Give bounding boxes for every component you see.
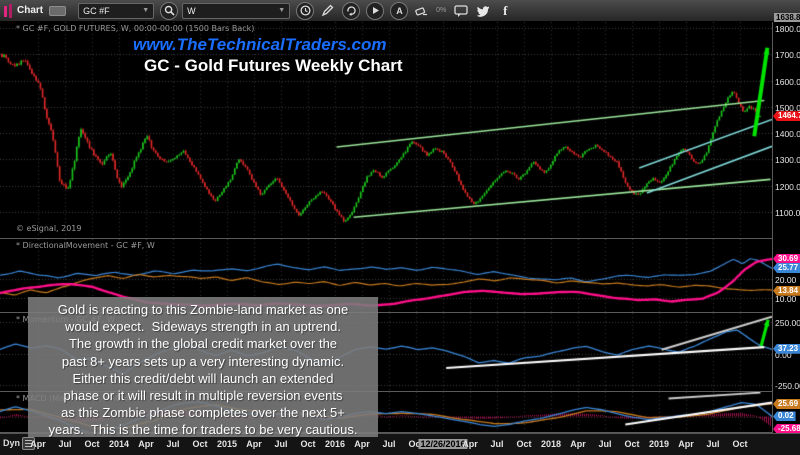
- time-axis-label: Jul: [382, 439, 395, 449]
- time-axis-label: Apr: [462, 439, 478, 449]
- app-logo-icon: [4, 4, 13, 18]
- interval-value: W: [187, 6, 196, 16]
- clock-icon: [300, 5, 311, 16]
- trading-app-window: Chart GC #F▼ W▼ A 0%: [0, 0, 800, 455]
- time-axis-label: Jul: [274, 439, 287, 449]
- axis-tick-label: 1800.0: [775, 24, 800, 34]
- axis-cursor-badge: 1638.8: [774, 13, 800, 22]
- time-axis-label: Apr: [246, 439, 262, 449]
- time-axis-label: Jul: [598, 439, 611, 449]
- axis-value-badge: 13.84: [773, 286, 800, 296]
- time-axis-label: Oct: [624, 439, 639, 449]
- symbol-search-button[interactable]: [160, 2, 178, 20]
- dm-panel-label: * DirectionalMovement - GC #F, W: [16, 241, 155, 250]
- loop-arrow-icon: [346, 5, 357, 16]
- svg-text:A: A: [396, 6, 403, 16]
- play-button[interactable]: [366, 2, 384, 20]
- watermark-url: www.TheTechnicalTraders.com: [133, 35, 387, 55]
- refresh-button[interactable]: [342, 2, 360, 20]
- twitter-share-button[interactable]: [474, 2, 492, 20]
- axis-tick-label: 1700.0: [775, 50, 800, 60]
- chart-title: GC - Gold Futures Weekly Chart: [144, 56, 403, 76]
- speech-bubble-icon: [454, 5, 468, 17]
- axis-tick-label: 250.00: [775, 318, 800, 328]
- facebook-share-button[interactable]: f: [496, 2, 514, 20]
- axis-tick-label: 1600.0: [775, 77, 800, 87]
- copyright-label: © eSignal, 2019: [16, 224, 81, 233]
- time-axis-label: 2014: [109, 439, 129, 449]
- axis-value-badge: 0.02: [773, 411, 796, 421]
- axis-value-badge: 1464.7: [773, 111, 800, 121]
- axis-value-badge: 25.69: [773, 399, 800, 409]
- time-axis-label: Apr: [570, 439, 586, 449]
- axis-tick-label: 1100.0: [775, 208, 800, 218]
- chevron-down-icon: ▼: [142, 7, 149, 14]
- chart-id-badge: [49, 6, 66, 16]
- time-axis-label: Oct: [732, 439, 747, 449]
- zoom-percent-label: 0%: [436, 7, 446, 14]
- time-axis-label: Jul: [706, 439, 719, 449]
- axis-tick-label: 20.00: [775, 275, 796, 285]
- top-toolbar: Chart GC #F▼ W▼ A 0%: [0, 0, 800, 22]
- time-axis-label: Oct: [84, 439, 99, 449]
- time-axis-label: Apr: [678, 439, 694, 449]
- facebook-icon: f: [503, 3, 507, 19]
- time-axis-label: 2018: [541, 439, 561, 449]
- comments-button[interactable]: [452, 2, 470, 20]
- time-axis-label: Jul: [58, 439, 71, 449]
- time-axis-label: Apr: [138, 439, 154, 449]
- eraser-icon: [415, 5, 428, 16]
- interval-dropdown[interactable]: W▼: [182, 3, 290, 19]
- time-axis-highlighted-date: 12/26/2016: [418, 439, 467, 449]
- symbol-value: GC #F: [83, 6, 110, 16]
- axis-tick-label: 1300.0: [775, 155, 800, 165]
- pencil-icon: [321, 4, 334, 17]
- axis-tick-label: 1400.0: [775, 129, 800, 139]
- time-axis-label: Apr: [354, 439, 370, 449]
- symbol-descriptor: * GC #F, GOLD FUTURES, W, 00:00-00:00 (1…: [16, 24, 254, 33]
- time-axis-label: Oct: [300, 439, 315, 449]
- time-axis-label: Apr: [30, 439, 46, 449]
- time-axis-label: Jul: [166, 439, 179, 449]
- magnifier-icon: [164, 5, 175, 16]
- axis-tick-label: -250.00: [775, 381, 800, 391]
- time-axis-label: 2015: [217, 439, 237, 449]
- axis-value-badge: 25.77: [773, 263, 800, 273]
- time-axis-label: Oct: [192, 439, 207, 449]
- panel-separator[interactable]: [0, 238, 772, 239]
- draw-tool-button[interactable]: [318, 2, 336, 20]
- time-axis-label: 2019: [649, 439, 669, 449]
- twitter-bird-icon: [476, 5, 490, 17]
- time-axis-label: 2016: [325, 439, 345, 449]
- dyn-label: Dyn: [3, 438, 20, 448]
- axis-value-badge: 30.69: [773, 254, 800, 264]
- symbol-dropdown[interactable]: GC #F ▼: [78, 3, 154, 19]
- alerts-button[interactable]: A: [390, 2, 408, 20]
- time-axis-label: Oct: [516, 439, 531, 449]
- chevron-down-icon: ▼: [278, 7, 285, 14]
- axis-value-badge: 37.23: [773, 344, 800, 354]
- app-label: Chart: [17, 5, 43, 16]
- time-settings-button[interactable]: [296, 2, 314, 20]
- letter-a-icon: A: [394, 5, 405, 16]
- eraser-button[interactable]: [412, 2, 430, 20]
- time-axis-label: Jul: [490, 439, 503, 449]
- annotation-text-box[interactable]: Gold is reacting to this Zombie-land mar…: [28, 297, 378, 437]
- price-axis[interactable]: 1800.01700.01600.01500.01400.01300.01200…: [773, 22, 800, 433]
- axis-tick-label: 1200.0: [775, 182, 800, 192]
- play-icon: [371, 6, 380, 15]
